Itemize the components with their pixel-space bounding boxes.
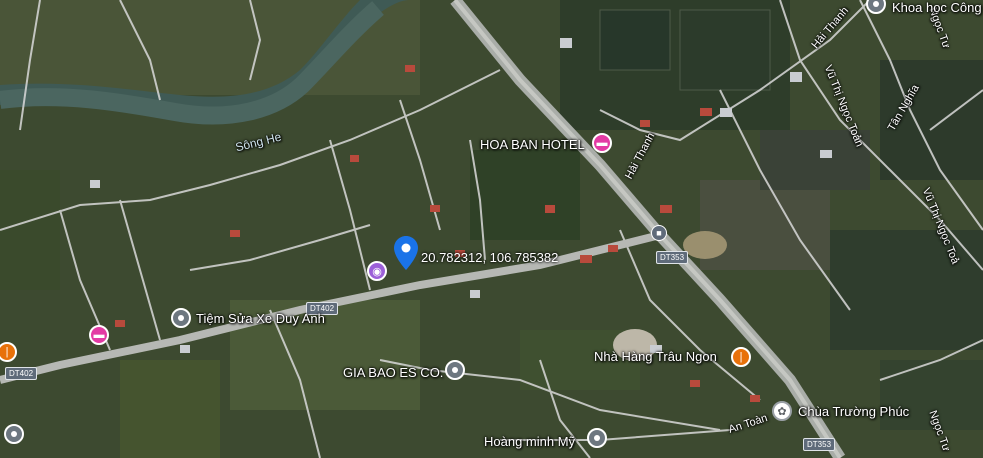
place-label-nha-hang[interactable]: Nhà Hàng Trâu Ngon	[594, 349, 717, 364]
bed-icon[interactable]: ▬	[592, 133, 612, 153]
bus-stop-icon[interactable]: ■	[651, 225, 667, 241]
place-icon[interactable]	[445, 360, 465, 380]
place-label-tiem-sua-xe[interactable]: Tiệm Sửa Xe Duy Anh	[196, 311, 325, 326]
road-shield-dt353: DT353	[803, 438, 836, 451]
place-icon[interactable]	[171, 308, 191, 328]
dropped-pin-coordinates: 20.782312, 106.785382	[421, 250, 559, 265]
satellite-map[interactable]: Sông He Hải Thanh Hải Thanh Vũ Thị Ngọc …	[0, 0, 983, 458]
location-pin-icon[interactable]	[394, 236, 418, 270]
bed-icon[interactable]: ▬	[89, 325, 109, 345]
place-label-khoa-hoc[interactable]: Khoa học Công	[892, 0, 982, 15]
place-label-hoa-ban-hotel[interactable]: HOA BAN HOTEL	[480, 137, 585, 152]
temple-icon[interactable]: ✿	[772, 401, 792, 421]
road-shield-dt353: DT353	[656, 251, 689, 264]
fork-knife-icon[interactable]: |	[731, 347, 751, 367]
road-shield-dt402: DT402	[5, 367, 38, 380]
map-imagery	[0, 0, 983, 458]
place-label-chua[interactable]: Chùa Trường Phúc	[798, 404, 909, 419]
place-label-hoang-minh[interactable]: Hoàng minh Mỹ	[484, 434, 575, 449]
place-label-gia-bao[interactable]: GIA BAO ES CO.	[343, 365, 443, 380]
place-icon[interactable]	[4, 424, 24, 444]
attraction-icon[interactable]: ◉	[367, 261, 387, 281]
place-icon[interactable]	[587, 428, 607, 448]
